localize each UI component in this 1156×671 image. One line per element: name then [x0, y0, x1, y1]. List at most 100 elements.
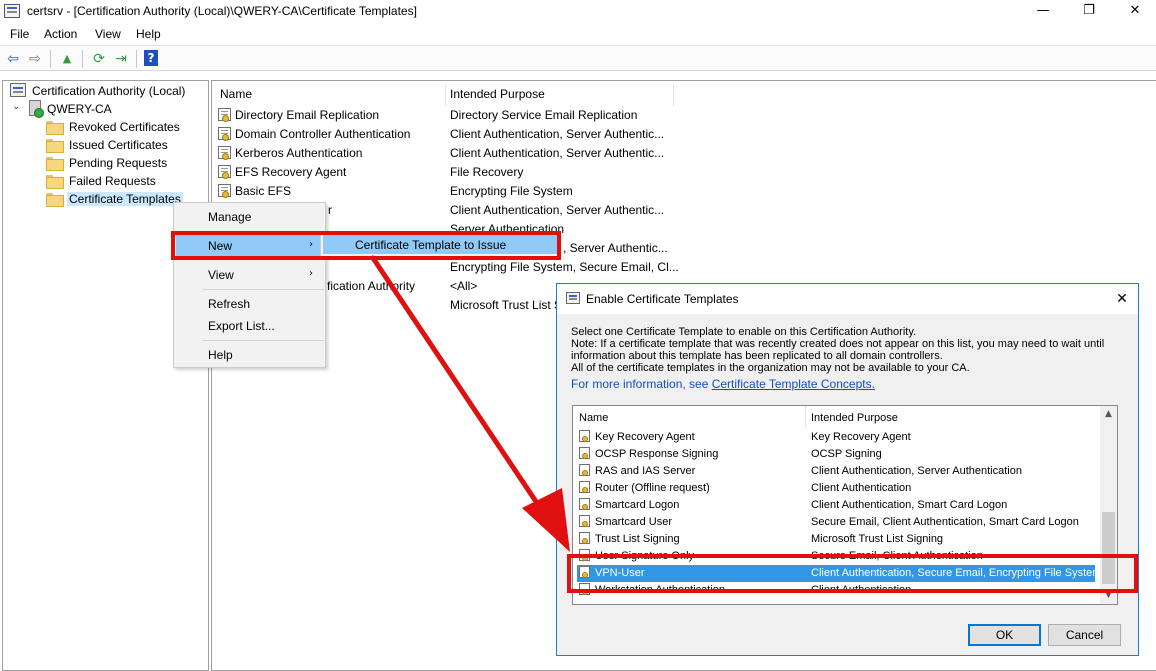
list-item-purpose: Encrypting File System, Secure Email, Cl… — [450, 260, 679, 274]
tree-item-revoked-certificates[interactable]: Revoked Certificates — [46, 118, 182, 136]
submenu-arrow-icon: › — [309, 268, 313, 279]
help-icon[interactable]: ? — [144, 50, 158, 66]
console-tree: Certification Authority (Local) ⌄ QWERY-… — [2, 80, 209, 671]
column-divider[interactable] — [805, 406, 806, 428]
minimize-button[interactable]: — — [1020, 0, 1066, 24]
tree-item-qwery-ca[interactable]: QWERY-CA — [27, 100, 114, 118]
scroll-up-icon[interactable]: ▲ — [1100, 406, 1117, 423]
certificate-template-icon — [218, 146, 231, 160]
context-menu-refresh[interactable]: Refresh — [208, 295, 250, 313]
certificate-template-icon — [218, 184, 231, 198]
list-item[interactable]: OCSP Response Signing OCSP Signing — [573, 446, 1101, 463]
list-item[interactable]: Key Recovery Agent Key Recovery Agent — [573, 429, 1101, 446]
context-menu-help[interactable]: Help — [208, 346, 233, 364]
certificate-template-icon — [579, 481, 590, 493]
context-menu-export-list[interactable]: Export List... — [208, 317, 275, 335]
folder-icon — [46, 139, 64, 153]
dialog-title: Enable Certificate Templates — [586, 292, 739, 306]
up-folder-icon[interactable]: ▲ — [58, 50, 76, 68]
list-item[interactable]: Directory Email Replication — [218, 106, 379, 125]
tree-item-issued-certificates[interactable]: Issued Certificates — [46, 136, 170, 154]
menu-separator — [202, 340, 324, 341]
toolbar-separator — [50, 50, 51, 68]
certificate-template-icon — [218, 127, 231, 141]
enable-certificate-templates-dialog: Enable Certificate Templates ✕ Select on… — [556, 283, 1139, 656]
list-item[interactable]: Trust List Signing Microsoft Trust List S… — [573, 531, 1101, 548]
dialog-description-line: All of the certificate templates in the … — [571, 362, 970, 374]
context-menu-manage[interactable]: Manage — [208, 208, 251, 226]
dialog-description-line: Note: If a certificate template that was… — [571, 338, 1105, 350]
column-header-intended-purpose[interactable]: Intended Purpose — [450, 84, 545, 104]
toolbar-separator — [82, 50, 83, 68]
tree-root[interactable]: Certification Authority (Local) — [10, 82, 187, 100]
dialog-close-button[interactable]: ✕ — [1112, 289, 1132, 309]
certificate-template-icon — [218, 165, 231, 179]
dialog-column-header-name[interactable]: Name — [579, 408, 608, 428]
certificate-template-icon — [579, 532, 590, 544]
dialog-app-icon — [566, 292, 580, 304]
certificate-template-icon — [579, 447, 590, 459]
close-button[interactable]: ✕ — [1112, 0, 1156, 24]
list-item-partial[interactable]: fication Authority — [327, 277, 415, 296]
export-icon[interactable]: ⇥ — [112, 50, 130, 68]
forward-icon[interactable]: ⇨ — [26, 50, 44, 68]
list-item[interactable]: Smartcard Logon Client Authentication, Sm… — [573, 497, 1101, 514]
tree-item-certificate-templates[interactable]: Certificate Templates — [46, 190, 183, 208]
annotation-highlight-vpn-user — [567, 554, 1138, 593]
list-item-purpose: Microsoft Trust List S — [450, 298, 563, 312]
certificate-template-icon — [218, 108, 231, 122]
dialog-description-line: Select one Certificate Template to enabl… — [571, 326, 917, 338]
certificate-template-icon — [579, 515, 590, 527]
annotation-highlight-new-menu — [171, 231, 561, 260]
certificate-template-icon — [579, 464, 590, 476]
tree-item-pending-requests[interactable]: Pending Requests — [46, 154, 169, 172]
ok-button[interactable]: OK — [968, 624, 1041, 646]
menu-view[interactable]: View — [95, 27, 121, 41]
menu-bar: File Action View Help — [0, 24, 1156, 44]
dialog-column-header-intended-purpose[interactable]: Intended Purpose — [811, 408, 898, 428]
menu-file[interactable]: File — [10, 27, 29, 41]
title-bar: certsrv - [Certification Authority (Loca… — [0, 0, 1156, 24]
column-header-name[interactable]: Name — [220, 84, 252, 104]
menu-help[interactable]: Help — [136, 27, 161, 41]
menu-action[interactable]: Action — [44, 27, 77, 41]
list-item-purpose: Client Authentication, Server Authentic.… — [450, 146, 665, 160]
tree-item-failed-requests[interactable]: Failed Requests — [46, 172, 158, 190]
certificate-template-icon — [579, 498, 590, 510]
list-item-purpose: Client Authentication, Server Authentic.… — [450, 127, 665, 141]
folder-icon — [46, 157, 64, 171]
refresh-icon[interactable]: ⟳ — [90, 50, 108, 68]
dialog-title-bar: Enable Certificate Templates ✕ — [557, 284, 1138, 314]
list-item-partial[interactable]: r — [328, 201, 332, 220]
window-title: certsrv - [Certification Authority (Loca… — [27, 4, 417, 18]
list-item-purpose: , Server Authentic... — [563, 241, 668, 255]
folder-icon — [46, 193, 64, 207]
list-item[interactable]: EFS Recovery Agent — [218, 163, 346, 182]
list-item[interactable]: Router (Offline request) Client Authentic… — [573, 480, 1101, 497]
list-item-purpose: File Recovery — [450, 165, 524, 179]
app-icon — [4, 4, 20, 18]
list-item-purpose: Directory Service Email Replication — [450, 108, 638, 122]
ca-server-icon — [27, 100, 44, 118]
certification-authority-icon — [10, 83, 26, 97]
list-item-purpose: Client Authentication, Server Authentic.… — [450, 203, 665, 217]
list-item-purpose: <All> — [450, 279, 478, 293]
folder-icon — [46, 175, 64, 189]
dialog-description-line: information about this template has been… — [571, 350, 943, 362]
toolbar: ⇦ ⇨ ▲ ⟳ ⇥ ? — [0, 45, 1156, 71]
list-item[interactable]: Basic EFS — [218, 182, 291, 201]
context-menu-view[interactable]: View — [208, 266, 234, 284]
cancel-button[interactable]: Cancel — [1048, 624, 1121, 646]
expand-chevron-icon[interactable]: ⌄ — [12, 101, 20, 112]
restore-button[interactable]: ❐ — [1066, 0, 1112, 24]
column-divider[interactable] — [673, 84, 674, 106]
list-item[interactable]: Domain Controller Authentication — [218, 125, 410, 144]
list-item-purpose: Encrypting File System — [450, 184, 573, 198]
certificate-template-concepts-link[interactable]: Certificate Template Concepts. — [712, 377, 875, 391]
list-item[interactable]: RAS and IAS Server Client Authentication,… — [573, 463, 1101, 480]
back-icon[interactable]: ⇦ — [4, 50, 22, 68]
certificate-template-icon — [579, 430, 590, 442]
list-item[interactable]: Kerberos Authentication — [218, 144, 362, 163]
column-divider[interactable] — [445, 84, 446, 106]
list-item[interactable]: Smartcard User Secure Email, Client Authe… — [573, 514, 1101, 531]
